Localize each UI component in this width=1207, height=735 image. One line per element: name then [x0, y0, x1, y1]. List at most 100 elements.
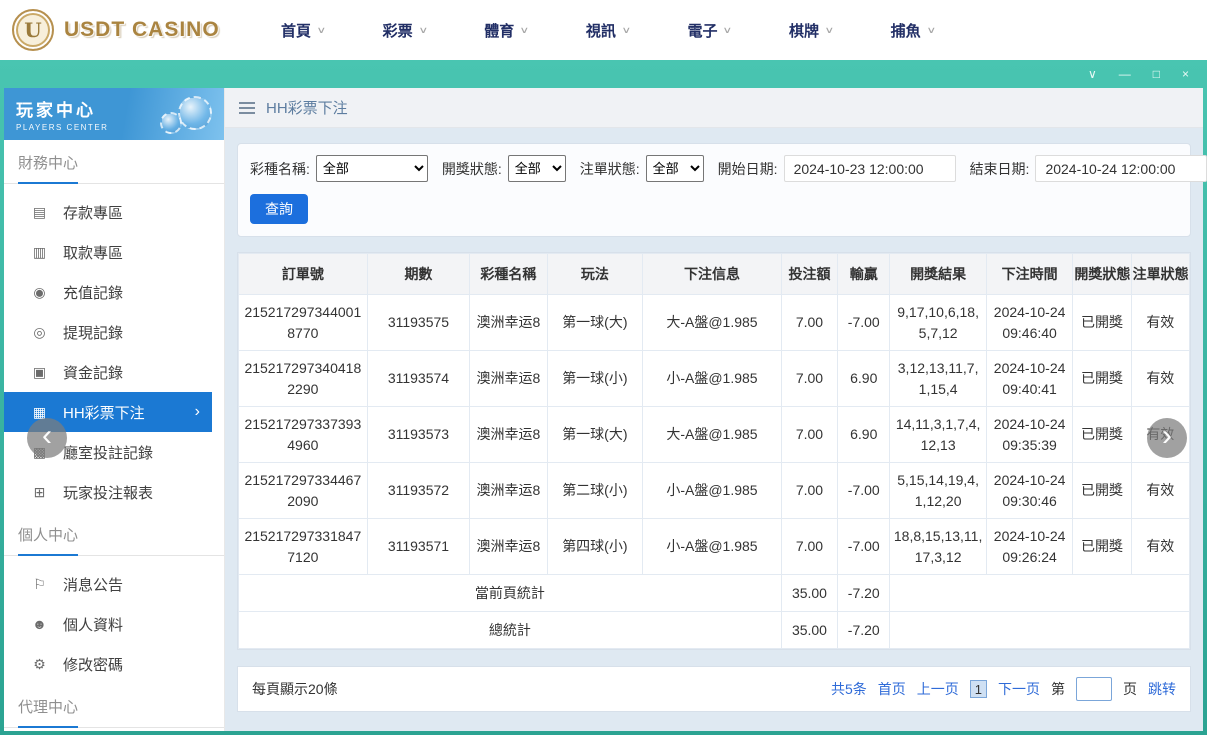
- table-cell: 6.90: [837, 406, 891, 463]
- sidebar-item-label: 修改密碼: [63, 656, 124, 674]
- bets-table-container: 訂單號 期數 彩種名稱 玩法 下注信息 投注額 輸贏 開獎結果 下注時間 開獎狀態 注單狀態 215…: [237, 252, 1191, 650]
- nav-item-label: 電子: [687, 22, 718, 40]
- section-heading-label: 個人中心: [18, 524, 79, 556]
- jump-label-prefix: 第: [1051, 681, 1065, 697]
- chevron-down-icon: ∨: [519, 24, 530, 35]
- prev-page-link[interactable]: 上一页: [917, 679, 959, 699]
- summary-empty-cell: [889, 574, 1190, 612]
- table-cell: 已開獎: [1072, 350, 1132, 407]
- sidebar-item-player-bet-report[interactable]: ⊞ 玩家投注報表: [4, 472, 224, 512]
- bets-table: 訂單號 期數 彩種名稱 玩法 下注信息 投注額 輸贏 開獎結果 下注時間 開獎狀態 注單狀態 215…: [238, 253, 1191, 649]
- current-page[interactable]: 1: [969, 680, 987, 698]
- carousel-prev-arrow[interactable]: ‹: [27, 418, 67, 458]
- jump-button[interactable]: 跳转: [1148, 679, 1176, 699]
- summary-label-cell: 當前頁統計: [238, 574, 782, 612]
- table-cell: 31193571: [366, 518, 471, 575]
- section-heading: 個人中心: [4, 524, 224, 556]
- nav-item-live-video[interactable]: 視訊 ∨: [557, 10, 659, 51]
- column-header: 輸贏: [837, 253, 891, 295]
- sidebar-item-withdraw-records[interactable]: ◎ 提現記錄: [4, 312, 224, 352]
- chevron-down-icon: ∨: [316, 24, 327, 35]
- window-maximize-button[interactable]: □: [1153, 68, 1160, 80]
- table-row: 2152172973404182290 31193574 澳洲幸运8 第一球(小) 小-…: [238, 350, 1191, 407]
- sidebar-item-funds-records[interactable]: ▣ 資金記錄: [4, 352, 224, 392]
- table-cell: 2024-10-24 09:46:40: [985, 294, 1074, 351]
- nav-item-board-games[interactable]: 棋牌 ∨: [760, 10, 862, 51]
- column-header: 注單狀態: [1130, 253, 1191, 295]
- table-cell: 2024-10-24 09:30:46: [985, 462, 1074, 519]
- menu-toggle-icon[interactable]: [239, 101, 255, 114]
- column-header: 下注時間: [985, 253, 1074, 295]
- table-cell: 大-A盤@1.985: [642, 406, 782, 463]
- breadcrumb-bar: HH彩票下注: [225, 88, 1203, 128]
- filter-label: 彩種名稱:: [250, 160, 310, 177]
- column-header: 訂單號: [238, 253, 368, 295]
- column-header: 投注額: [780, 253, 839, 295]
- section-heading: 代理中心: [4, 696, 224, 728]
- page-title: HH彩票下注: [266, 100, 348, 117]
- column-header: 開獎狀態: [1072, 253, 1132, 295]
- start-date-input[interactable]: [783, 155, 956, 182]
- carousel-next-arrow[interactable]: ›: [1147, 418, 1187, 458]
- lottery-name-select[interactable]: 全部: [315, 155, 428, 182]
- gear-icon: ⚙: [33, 655, 46, 672]
- window-minimize-button[interactable]: —: [1119, 68, 1131, 80]
- summary-winloss-total: -7.20: [837, 611, 891, 649]
- table-cell: 有效: [1130, 462, 1191, 519]
- table-row: 2152172973440018770 31193575 澳洲幸运8 第一球(大) 大-…: [238, 294, 1191, 351]
- table-cell: 6.90: [837, 350, 891, 407]
- sidebar-item-recharge-records[interactable]: ◉ 充值記錄: [4, 272, 224, 312]
- withdraw-cash-icon: ▥: [32, 243, 47, 260]
- order-status-select[interactable]: 全部: [645, 155, 704, 182]
- table-cell: 2152172973373934960: [238, 406, 368, 463]
- nav-item-lottery[interactable]: 彩票 ∨: [354, 10, 456, 51]
- column-header: 下注信息: [642, 253, 782, 295]
- sidebar-item-change-password[interactable]: ⚙ 修改密碼: [4, 644, 224, 684]
- sidebar-item-deposit-area[interactable]: ▤ 存款專區: [4, 192, 224, 232]
- table-cell: 5,15,14,19,4,1,12,20: [889, 462, 987, 519]
- window-titlebar: ∨ — □ ×: [4, 60, 1203, 88]
- sidebar-item-label: 消息公告: [63, 576, 124, 594]
- table-footer: 每頁顯示20條 共5条 首页 上一页 1 下一页 第 页 跳转: [237, 666, 1191, 712]
- draw-status-select[interactable]: 全部: [507, 155, 566, 182]
- summary-bet-total: 35.00: [780, 574, 839, 612]
- table-cell: 7.00: [780, 462, 839, 519]
- sidebar-item-announcements[interactable]: ⚐ 消息公告: [4, 564, 224, 604]
- table-cell: 小-A盤@1.985: [642, 462, 782, 519]
- table-cell: 第二球(小): [546, 462, 644, 519]
- sidebar-item-label: 提現記錄: [63, 324, 124, 342]
- filter-panel: 彩種名稱:全部開獎狀態:全部注單狀態:全部開始日期:結束日期: 查詢: [237, 143, 1207, 237]
- summary-bet-total: 35.00: [780, 611, 839, 649]
- poker-chip-decoration: [178, 96, 212, 130]
- table-cell: 2024-10-24 09:35:39: [985, 406, 1074, 463]
- search-button[interactable]: 查詢: [250, 194, 308, 224]
- window-controls: ∨ — □ ×: [1088, 68, 1189, 80]
- page-jump-input[interactable]: [1076, 677, 1112, 701]
- table-cell: 有效: [1130, 518, 1191, 575]
- filter-label: 開獎狀態:: [441, 160, 502, 177]
- end-date-input[interactable]: [1035, 155, 1207, 182]
- nav-item-slots[interactable]: 電子 ∨: [658, 10, 760, 51]
- nav-item-home[interactable]: 首頁 ∨: [252, 10, 354, 51]
- table-cell: 澳洲幸运8: [469, 294, 548, 351]
- sidebar-item-profile[interactable]: ☻ 個人資料: [4, 604, 224, 644]
- table-cell: 澳洲幸运8: [469, 462, 548, 519]
- window-close-button[interactable]: ×: [1182, 68, 1189, 80]
- table-cell: -7.00: [837, 294, 891, 351]
- recharge-record-icon: ◉: [33, 283, 46, 300]
- casino-logo[interactable]: U USDT CASINO: [0, 9, 252, 51]
- table-cell: 第四球(小): [546, 518, 644, 575]
- nav-item-fishing[interactable]: 捕魚 ∨: [862, 10, 964, 51]
- next-page-link[interactable]: 下一页: [998, 679, 1040, 699]
- nav-item-sports[interactable]: 體育 ∨: [455, 10, 557, 51]
- sidebar-item-withdraw-area[interactable]: ▥ 取款專區: [4, 232, 224, 272]
- table-cell: 31193573: [366, 406, 471, 463]
- table-cell: 大-A盤@1.985: [642, 294, 782, 351]
- window-collapse-button[interactable]: ∨: [1088, 68, 1097, 80]
- column-header: 開獎結果: [889, 253, 987, 295]
- summary-empty-cell: [889, 611, 1190, 649]
- table-header-row: 訂單號 期數 彩種名稱 玩法 下注信息 投注額 輸贏 開獎結果 下注時間 開獎狀態 注單狀態: [238, 253, 1191, 295]
- sidebar-item-label: 存款專區: [63, 204, 124, 222]
- first-page-link[interactable]: 首页: [878, 679, 906, 699]
- section-heading-label: 財務中心: [18, 152, 79, 184]
